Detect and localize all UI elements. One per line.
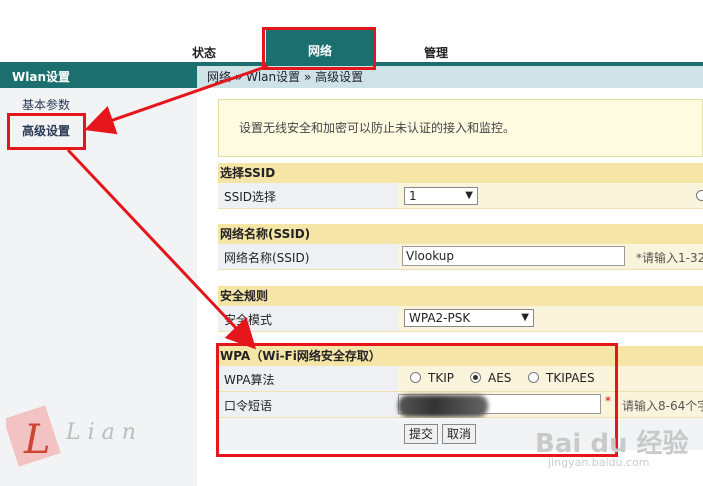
logo-text: L i a n <box>65 420 136 445</box>
arrow-to-wpa <box>66 148 257 350</box>
logo-letter: L <box>23 417 51 463</box>
baidu-watermark: Bai du 经验 <box>535 429 689 459</box>
lian-logo-watermark: L L i a n <box>3 395 156 475</box>
lian-logo-icon: L L i a n <box>3 405 136 467</box>
arrow-to-advanced <box>84 64 269 135</box>
baidu-url-watermark: jingyan.baidu.com <box>548 456 650 469</box>
